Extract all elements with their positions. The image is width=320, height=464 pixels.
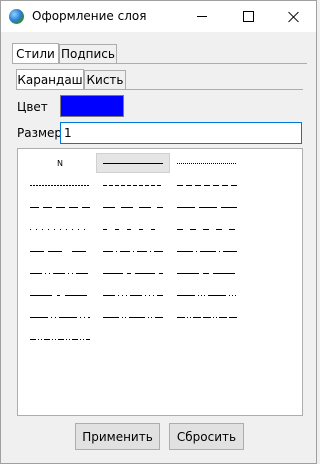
line-sample xyxy=(103,206,163,208)
line-style-spaced-dash[interactable] xyxy=(96,219,170,239)
line-style-long-dash[interactable] xyxy=(23,197,97,217)
line-sample xyxy=(103,272,163,274)
no-line-label: N xyxy=(57,158,63,168)
color-label: Цвет xyxy=(17,100,48,114)
tab-divider xyxy=(12,63,307,64)
line-style-dot[interactable] xyxy=(170,153,244,173)
maximize-icon xyxy=(242,11,254,22)
line-sample xyxy=(177,162,237,164)
line-sample xyxy=(103,250,163,252)
close-button[interactable] xyxy=(271,1,317,32)
line-sample xyxy=(177,206,237,208)
line-sample xyxy=(103,316,163,318)
size-label: Размер xyxy=(17,126,63,140)
line-style-dash-dash-gap[interactable] xyxy=(23,241,97,261)
size-input[interactable] xyxy=(60,122,302,144)
line-style-long-dash-dot-dot[interactable] xyxy=(23,307,97,327)
subtab-divider xyxy=(16,89,303,90)
line-sample xyxy=(103,228,163,230)
line-sample xyxy=(177,184,237,186)
line-style-dash-dot-dot-long[interactable] xyxy=(170,307,244,327)
line-style-dash-dot[interactable] xyxy=(96,241,170,261)
maximize-button[interactable] xyxy=(225,1,271,32)
line-sample xyxy=(103,184,163,186)
line-sample xyxy=(177,316,237,318)
line-style-dash-dot-dot-dot[interactable] xyxy=(96,285,170,305)
line-sample xyxy=(103,294,163,296)
tab-label[interactable]: Подпись xyxy=(59,44,117,63)
line-style-none[interactable]: N xyxy=(23,153,97,173)
line-sample xyxy=(30,316,90,318)
line-style-list[interactable]: N xyxy=(17,148,303,416)
line-style-short-dash[interactable] xyxy=(96,175,170,195)
line-sample xyxy=(30,228,90,230)
line-style-solid[interactable] xyxy=(96,153,170,173)
line-sample xyxy=(177,228,237,230)
line-sample xyxy=(177,294,237,296)
line-style-medium-dash[interactable] xyxy=(170,175,244,195)
line-sample xyxy=(30,250,90,252)
line-sample xyxy=(177,250,237,252)
line-style-long-dash-short[interactable] xyxy=(96,263,170,283)
tab-pencil[interactable]: Карандаш xyxy=(16,69,84,89)
close-icon xyxy=(288,11,300,23)
line-style-long-dash-dash-short[interactable] xyxy=(170,263,244,283)
title-bar[interactable]: Оформление слоя xyxy=(1,1,316,32)
line-sample xyxy=(103,162,163,164)
line-sample xyxy=(30,272,90,274)
line-sample xyxy=(30,338,90,340)
reset-button[interactable]: Сбросить xyxy=(169,423,244,450)
line-sample xyxy=(177,272,237,274)
window-title: Оформление слоя xyxy=(32,9,147,23)
line-style-dash-spaced[interactable] xyxy=(170,219,244,239)
line-style-dash-dot-dash[interactable] xyxy=(96,307,170,327)
line-style-dense-dot[interactable] xyxy=(23,175,97,195)
line-sample xyxy=(30,294,90,296)
line-style-dash-dot-long[interactable] xyxy=(23,329,97,349)
color-picker[interactable] xyxy=(60,95,124,117)
tab-styles[interactable]: Стили xyxy=(12,43,59,63)
line-style-long-dash-dot-dot-dot[interactable] xyxy=(170,285,244,305)
line-style-long-dash-small[interactable] xyxy=(23,285,97,305)
tab-brush[interactable]: Кисть xyxy=(84,70,126,89)
line-style-sparse-dot[interactable] xyxy=(23,219,97,239)
line-style-long-dash-dot[interactable] xyxy=(170,241,244,261)
globe-icon xyxy=(9,9,24,24)
line-sample xyxy=(30,184,90,186)
layer-style-dialog: Оформление слоя Стили Подпись Карандаш К… xyxy=(0,0,317,464)
line-style-dash-dot-dot[interactable] xyxy=(23,263,97,283)
minimize-button[interactable] xyxy=(179,1,225,32)
line-style-dash-gap[interactable] xyxy=(96,197,170,217)
line-style-dash-short[interactable] xyxy=(170,197,244,217)
apply-button[interactable]: Применить xyxy=(75,423,160,450)
line-sample xyxy=(30,206,90,208)
minimize-icon xyxy=(197,16,207,17)
